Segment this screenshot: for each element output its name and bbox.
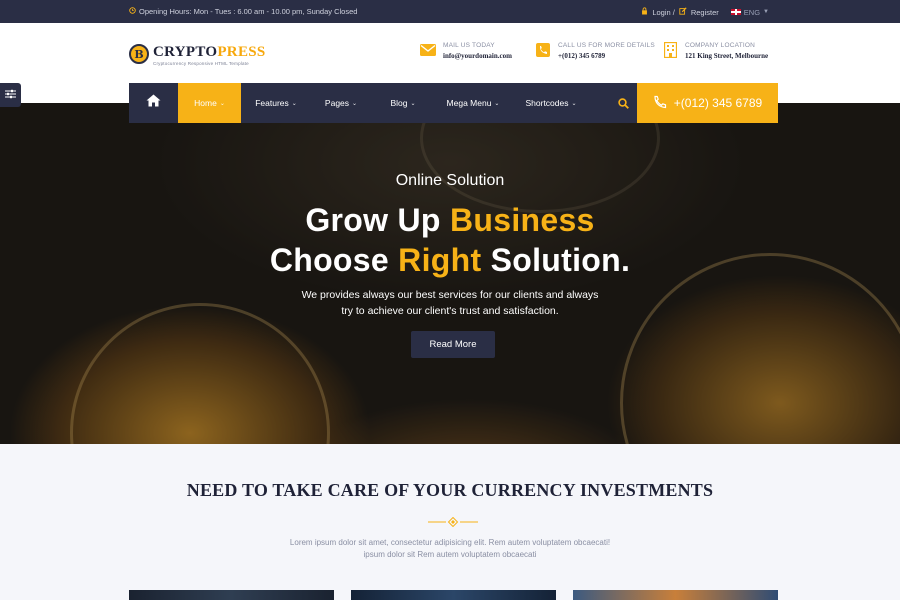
nav-item-shortcodes[interactable]: Shortcodes ⌄: [511, 83, 591, 123]
call-value[interactable]: +(012) 345 6789: [558, 52, 655, 60]
section-title: NEED TO TAKE CARE OF YOUR CURRENCY INVES…: [186, 480, 714, 500]
hero-banner: Online Solution Grow Up Business Choose …: [0, 103, 900, 444]
logo-wordmark: CRYPTOPRESS: [153, 44, 266, 60]
chevron-down-icon: ⌄: [352, 100, 358, 107]
site-logo[interactable]: B CRYPTOPRESS Cryptocurrency Responsive …: [129, 44, 266, 66]
home-nav-button[interactable]: [129, 83, 178, 123]
hero-description: We provides always our best services for…: [301, 289, 599, 317]
chevron-down-icon: ⌄: [494, 100, 500, 107]
nav-item-features[interactable]: Features ⌄: [241, 83, 311, 123]
nav-item-pages[interactable]: Pages ⌄: [311, 83, 371, 123]
call-label: CALL US FOR MORE DETAILS: [558, 42, 655, 49]
building-icon: [662, 42, 678, 58]
opening-hours: Opening Hours: Mon - Tues : 6.00 am - 10…: [129, 7, 357, 16]
login-link[interactable]: Login /: [652, 8, 675, 17]
uk-flag-icon: [730, 9, 741, 15]
search-button[interactable]: [618, 96, 629, 114]
nav-phone-number: +(012) 345 6789: [673, 96, 763, 110]
main-navigation: Home ⌄ Features ⌄ Pages ⌄ Blog ⌄ Mega Menu ⌄ …: [129, 83, 637, 123]
location-value: 121 King Street, Melbourne: [685, 52, 769, 60]
chevron-down-icon: ⌄: [410, 100, 416, 107]
home-icon: [146, 94, 161, 112]
opening-hours-text: Opening Hours: Mon - Tues : 6.00 am - 10…: [139, 7, 358, 16]
service-card-image-3[interactable]: [573, 590, 778, 600]
sliders-icon: [5, 86, 16, 104]
service-card-image-2[interactable]: [351, 590, 556, 600]
phone-icon: [535, 42, 551, 58]
header-phone-info: CALL US FOR MORE DETAILS +(012) 345 6789: [535, 42, 655, 60]
nav-item-blog[interactable]: Blog ⌄: [371, 83, 435, 123]
logo-tagline: Cryptocurrency Responsive HTML Template: [153, 61, 249, 66]
service-cards-row: [129, 590, 779, 600]
bitcoin-coin-icon: B: [129, 44, 149, 64]
top-bar: Opening Hours: Mon - Tues : 6.00 am - 10…: [0, 0, 900, 23]
section-description: Lorem ipsum dolor sit amet, consectetur …: [289, 538, 611, 559]
location-label: COMPANY LOCATION: [685, 42, 756, 49]
section-divider-icon: [428, 514, 478, 528]
clock-icon: [129, 7, 136, 16]
language-selector[interactable]: ENG ▼: [730, 7, 769, 17]
nav-item-home[interactable]: Home ⌄: [178, 83, 241, 123]
caret-down-icon: ▼: [763, 9, 769, 15]
mail-label: MAIL US TODAY: [443, 42, 495, 49]
settings-toggle-button[interactable]: [0, 83, 21, 107]
lock-icon: [641, 7, 648, 17]
chevron-down-icon: ⌄: [219, 100, 225, 107]
search-icon: [618, 96, 629, 113]
chevron-down-icon: ⌄: [571, 100, 577, 107]
nav-item-mega-menu[interactable]: Mega Menu ⌄: [435, 83, 511, 123]
language-label: ENG: [743, 7, 761, 17]
hero-kicker: Online Solution: [395, 172, 505, 189]
nav-phone-box[interactable]: +(012) 345 6789: [637, 83, 778, 123]
mail-value[interactable]: info@yourdomain.com: [443, 52, 512, 60]
hero-headline: Grow Up Business Choose Right Solution.: [269, 202, 631, 278]
header-mail-info: MAIL US TODAY info@yourdomain.com: [420, 42, 512, 60]
edit-icon: [679, 7, 687, 17]
envelope-icon: [420, 42, 436, 58]
read-more-button[interactable]: Read More: [411, 331, 495, 358]
service-card-image-1[interactable]: [129, 590, 334, 600]
phone-icon: [653, 95, 667, 112]
register-link[interactable]: Register: [691, 8, 719, 17]
chevron-down-icon: ⌄: [291, 100, 297, 107]
header-location-info: COMPANY LOCATION 121 King Street, Melbou…: [662, 42, 768, 60]
